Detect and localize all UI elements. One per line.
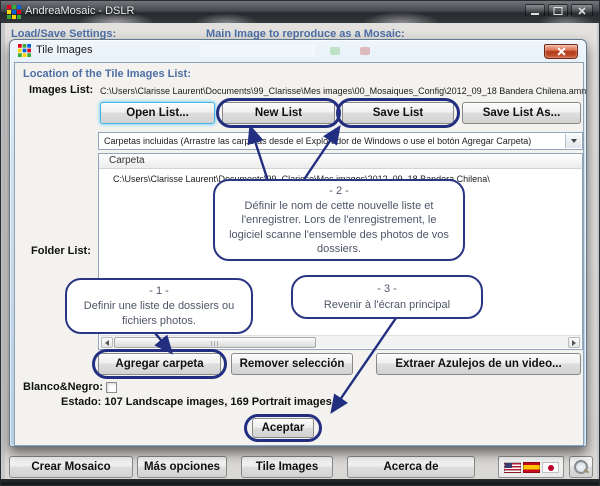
close-window-button[interactable] xyxy=(571,4,593,17)
dialog-mosaic-icon xyxy=(18,44,31,57)
main-window-title: AndreaMosaic - DSLR xyxy=(25,5,134,17)
new-list-button[interactable]: New List xyxy=(222,102,335,124)
callout-3-text: Revenir à l'écran principal xyxy=(324,298,450,312)
extract-tiles-video-button[interactable]: Extraer Azulejos de un video... xyxy=(376,353,581,375)
scroll-left-icon xyxy=(105,340,109,346)
tile-images-dialog: Tile Images Location of the Tile Images … xyxy=(9,39,587,447)
scroll-right-button[interactable] xyxy=(568,337,580,348)
magnifier-icon xyxy=(574,460,588,474)
remove-selection-button[interactable]: Remover selección xyxy=(231,353,353,375)
glass-reflection xyxy=(200,45,315,57)
callout-2-text: Définir le nom de cette nouvelle liste e… xyxy=(225,199,453,256)
language-selector[interactable] xyxy=(498,456,564,478)
scroll-left-button[interactable] xyxy=(101,337,113,348)
glass-reflection xyxy=(330,47,340,55)
chevron-down-icon[interactable] xyxy=(565,134,581,148)
maximize-icon xyxy=(554,7,563,15)
create-mosaic-button[interactable]: Crear Mosaico xyxy=(9,456,133,478)
japan-flag-icon[interactable] xyxy=(542,462,559,473)
callout-1-number: - 1 - xyxy=(149,284,169,298)
main-window-titlebar: AndreaMosaic - DSLR xyxy=(1,1,600,23)
about-button[interactable]: Acerca de xyxy=(347,456,475,478)
callout-3: - 3 - Revenir à l'écran principal xyxy=(291,275,483,319)
dialog-title: Tile Images xyxy=(36,44,92,56)
save-list-as-button[interactable]: Save List As... xyxy=(462,102,581,124)
folder-list-label: Folder List: xyxy=(31,245,91,257)
us-flag-icon[interactable] xyxy=(504,462,521,473)
images-list-path: C:\Users\Clarisse Laurent\Documents\99_C… xyxy=(100,86,586,96)
scrollbar-thumb[interactable] xyxy=(114,337,316,348)
dialog-close-button[interactable] xyxy=(544,44,578,59)
folders-combobox[interactable]: Carpetas incluidas (Arrastre las carpeta… xyxy=(98,132,583,150)
screen: AndreaMosaic - DSLR Load/Save Settings: … xyxy=(0,0,600,486)
folder-list-column-header[interactable]: Carpeta xyxy=(99,154,582,169)
location-header: Location of the Tile Images List: xyxy=(23,68,191,80)
horizontal-scrollbar[interactable] xyxy=(100,335,581,348)
black-white-checkbox[interactable] xyxy=(106,382,117,393)
minimize-icon xyxy=(531,13,539,15)
images-list-label: Images List: xyxy=(29,84,93,96)
folders-combobox-value: Carpetas incluidas (Arrastre las carpeta… xyxy=(104,136,531,146)
close-icon xyxy=(578,7,586,15)
help-search-button[interactable] xyxy=(569,456,593,478)
more-options-button[interactable]: Más opciones xyxy=(137,456,227,478)
window-bottom-frame xyxy=(1,479,600,486)
thumb-grip xyxy=(211,341,219,346)
accept-button[interactable]: Aceptar xyxy=(252,418,314,438)
glass-reflection xyxy=(360,47,370,55)
maximize-button[interactable] xyxy=(548,4,568,17)
dialog-client-area: Location of the Tile Images List: Images… xyxy=(14,62,584,446)
add-folder-button[interactable]: Agregar carpeta xyxy=(98,353,221,375)
scroll-right-icon xyxy=(572,340,576,346)
callout-2: - 2 - Définir le nom de cette nouvelle l… xyxy=(213,179,465,261)
open-list-button[interactable]: Open List... xyxy=(100,102,215,124)
black-white-label: Blanco&Negro: xyxy=(23,381,103,393)
status-text: Estado: 107 Landscape images, 169 Portra… xyxy=(61,396,335,408)
tile-images-button[interactable]: Tile Images xyxy=(241,456,333,478)
close-icon xyxy=(557,47,566,56)
callout-2-number: - 2 - xyxy=(329,184,349,198)
spain-flag-icon[interactable] xyxy=(523,462,540,473)
callout-1: - 1 - Definir une liste de dossiers ou f… xyxy=(65,278,253,334)
callout-3-number: - 3 - xyxy=(377,282,397,296)
app-logo-icon xyxy=(7,5,21,19)
save-list-button[interactable]: Save List xyxy=(342,102,454,124)
callout-1-text: Definir une liste de dossiers ou fichier… xyxy=(77,299,241,328)
minimize-button[interactable] xyxy=(525,4,545,17)
